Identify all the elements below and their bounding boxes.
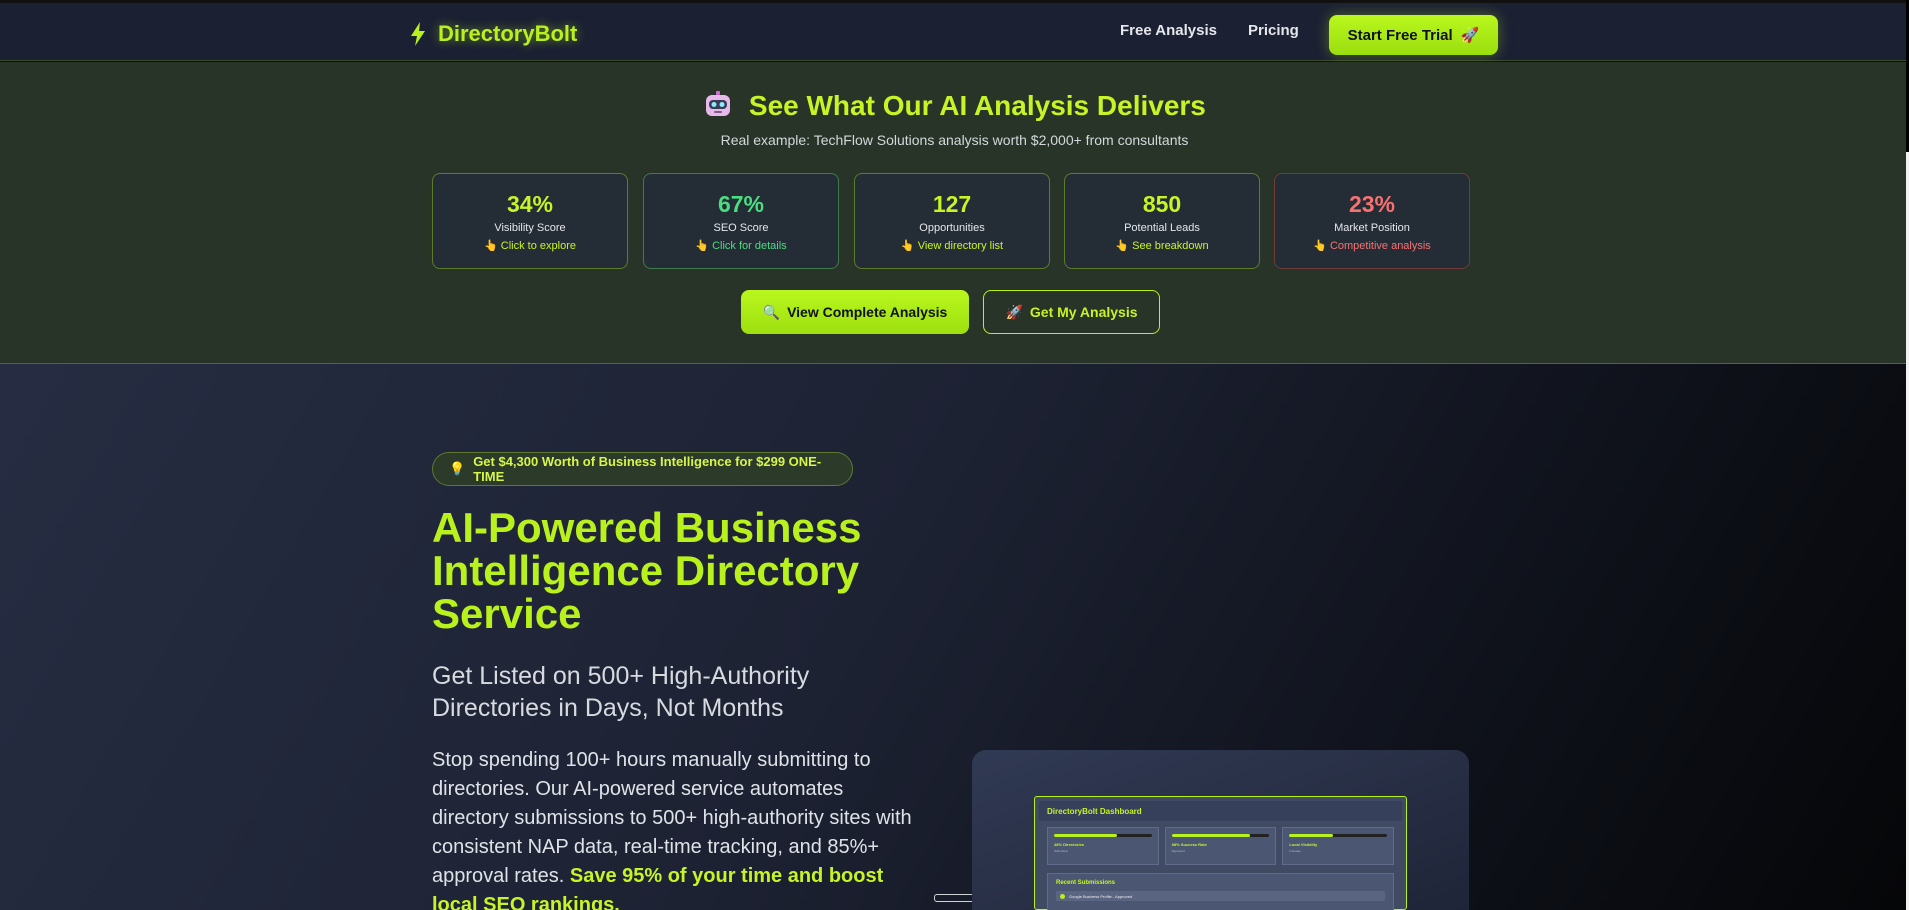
view-complete-analysis-label: View Complete Analysis: [787, 304, 948, 320]
metric-cta: 👆 View directory list: [855, 239, 1049, 252]
progress-bar: [1289, 834, 1388, 837]
metric-cta-text: Click to explore: [500, 240, 576, 252]
tile-sub: Increase: [1289, 849, 1301, 853]
metric-value: 850: [1142, 191, 1182, 217]
magnifier-icon: 🔍: [762, 303, 781, 320]
metric-cta-text: See breakdown: [1132, 240, 1209, 252]
metric-label: Visibility Score: [494, 222, 566, 234]
start-free-trial-button[interactable]: Start Free Trial 🚀: [1329, 15, 1498, 55]
metric-card[interactable]: 67% SEO Score 👆 Click for details: [643, 173, 839, 269]
status-dot-icon: [1060, 893, 1065, 899]
pointing-hand-icon: 👆: [695, 240, 710, 252]
brand-name: DirectoryBolt: [438, 21, 578, 46]
metric-value: 23%: [1348, 191, 1396, 217]
dashboard-stat-tile: Local Visibility Increase: [1282, 827, 1395, 865]
dashboard-screen: DirectoryBolt Dashboard 48% Directories S…: [1034, 796, 1407, 910]
analysis-title-text: See What Our AI Analysis Delivers: [748, 90, 1206, 121]
progress-fill: [1054, 834, 1118, 837]
dashboard-stat-tile: 98% Success Rate Approved: [1164, 827, 1277, 865]
tile-sub: Approved: [1171, 849, 1185, 853]
offer-badge-text: Get $4,300 Worth of Business Intelligenc…: [473, 454, 822, 484]
metric-label: Market Position: [1334, 222, 1410, 234]
dashboard-stat-tile: 48% Directories Submitted: [1047, 827, 1159, 865]
metric-value: 34%: [506, 191, 554, 217]
recent-submissions-panel: Recent Submissions Google Business Profi…: [1047, 873, 1394, 910]
metric-cta-text: View directory list: [917, 240, 1004, 252]
dashboard-mockup: DirectoryBolt Dashboard 48% Directories S…: [972, 750, 1469, 910]
metric-cta-text: Click for details: [712, 240, 787, 252]
hero-section: 💡 Get $4,300 Worth of Business Intellige…: [0, 364, 1906, 910]
metric-card[interactable]: 23% Market Position 👆 Competitive analysis: [1274, 173, 1470, 269]
nav-link-free-analysis[interactable]: Free Analysis: [1120, 22, 1217, 39]
top-navbar: DirectoryBolt Free Analysis Pricing Star…: [0, 0, 1909, 61]
progress-bar: [1054, 834, 1152, 837]
analysis-subtitle: Real example: TechFlow Solutions analysi…: [720, 132, 1189, 148]
metric-label: Potential Leads: [1124, 222, 1200, 234]
metric-card[interactable]: 127 Opportunities 👆 View directory list: [854, 173, 1050, 269]
view-complete-analysis-button[interactable]: 🔍 View Complete Analysis: [741, 290, 969, 334]
metric-value: 67%: [717, 191, 765, 217]
lightbulb-icon: 💡: [449, 461, 466, 476]
metric-cta: 👆 Click for details: [644, 239, 838, 252]
scroll-indicator[interactable]: [934, 894, 974, 902]
metric-value: 127: [932, 191, 972, 217]
dashboard-title: DirectoryBolt Dashboard: [1039, 801, 1402, 821]
metric-cta-text: Competitive analysis: [1329, 240, 1431, 252]
logo[interactable]: DirectoryBolt: [410, 21, 577, 47]
metric-cta: 👆 Competitive analysis: [1275, 239, 1469, 252]
start-free-trial-label: Start Free Trial: [1347, 26, 1453, 44]
pointing-hand-icon: 👆: [484, 240, 498, 252]
pointing-hand-icon: 👆: [1313, 240, 1327, 252]
get-my-analysis-button[interactable]: 🚀 Get My Analysis: [983, 290, 1160, 334]
pointing-hand-icon: 👆: [900, 240, 915, 252]
list-item: Google Business Profile - Approved: [1056, 891, 1385, 901]
hero-description: Stop spending 100+ hours manually submit…: [432, 746, 917, 910]
tile-label: 48% Directories: [1054, 842, 1085, 847]
robot-icon: [706, 91, 731, 116]
metric-card[interactable]: 850 Potential Leads 👆 See breakdown: [1064, 173, 1260, 269]
rocket-icon: 🚀: [1460, 27, 1480, 44]
progress-bar: [1171, 834, 1270, 837]
analysis-preview-section: See What Our AI Analysis Delivers Real e…: [0, 62, 1909, 364]
tile-label: Local Visibility: [1289, 842, 1318, 847]
progress-fill: [1289, 834, 1334, 837]
metric-label: SEO Score: [713, 222, 769, 234]
analysis-title: See What Our AI Analysis Delivers: [0, 90, 1909, 122]
rocket-icon: 🚀: [1005, 303, 1023, 320]
recent-submission-text: Google Business Profile - Approved: [1069, 893, 1133, 899]
tile-label: 98% Success Rate: [1171, 842, 1207, 847]
metric-card[interactable]: 34% Visibility Score 👆 Click to explore: [432, 173, 628, 269]
progress-fill: [1171, 834, 1250, 837]
tile-sub: Submitted: [1054, 849, 1068, 853]
hero-subtitle: Get Listed on 500+ High-Authority Direct…: [432, 662, 810, 722]
hero-title: AI-Powered Business Intelligence Directo…: [432, 504, 862, 637]
lightning-bolt-icon: [411, 22, 425, 46]
get-my-analysis-label: Get My Analysis: [1029, 304, 1138, 320]
pointing-hand-icon: 👆: [1115, 240, 1130, 252]
metric-label: Opportunities: [919, 222, 985, 234]
recent-submissions-title: Recent Submissions: [1056, 880, 1116, 886]
nav-link-pricing[interactable]: Pricing: [1248, 22, 1299, 39]
metric-cta: 👆 Click to explore: [433, 239, 627, 252]
offer-badge: 💡 Get $4,300 Worth of Business Intellige…: [432, 452, 853, 486]
metric-cta: 👆 See breakdown: [1065, 239, 1259, 252]
